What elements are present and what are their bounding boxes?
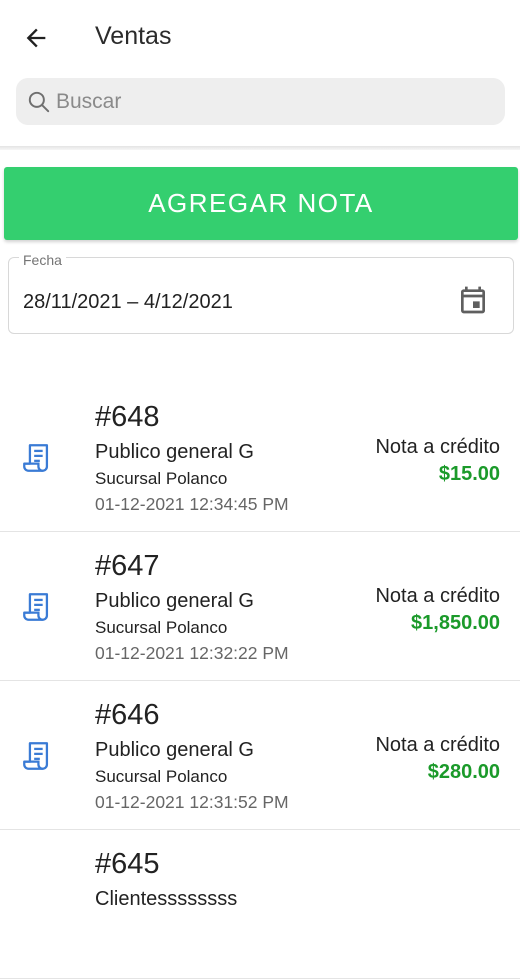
sale-branch: Sucursal Polanco: [95, 618, 228, 637]
sale-number: #647: [95, 550, 160, 582]
app-bar: Ventas: [0, 0, 520, 76]
receipt-icon: [23, 444, 49, 472]
sale-type: Nota a crédito: [375, 734, 500, 756]
receipt-icon: [23, 742, 49, 770]
date-range-value[interactable]: 28/11/2021 – 4/12/2021: [23, 291, 233, 314]
sale-branch: Sucursal Polanco: [95, 469, 228, 488]
sale-amount: $1,850.00: [411, 612, 500, 634]
sale-number: #648: [95, 401, 160, 433]
search-icon: [28, 91, 50, 113]
date-range-field[interactable]: Fecha 28/11/2021 – 4/12/2021: [8, 252, 514, 334]
sale-type: Nota a crédito: [375, 436, 500, 458]
list-item[interactable]: #645 Clientessssssss: [0, 830, 520, 979]
sale-amount: $280.00: [427, 761, 500, 783]
header-divider: [0, 146, 520, 150]
list-item[interactable]: #647 Publico general G Sucursal Polanco …: [0, 532, 520, 681]
sale-datetime: 01-12-2021 12:34:45 PM: [95, 494, 289, 514]
add-note-button[interactable]: AGREGAR NOTA: [4, 167, 518, 240]
date-range-label: Fecha: [19, 252, 66, 268]
sale-datetime: 01-12-2021 12:32:22 PM: [95, 643, 289, 663]
search-input[interactable]: [56, 78, 496, 125]
search-bar[interactable]: [16, 78, 505, 125]
sale-client: Publico general G: [95, 590, 254, 612]
page-title: Ventas: [95, 22, 172, 50]
sale-number: #646: [95, 699, 160, 731]
sale-client: Publico general G: [95, 739, 254, 761]
list-item[interactable]: #648 Publico general G Sucursal Polanco …: [0, 383, 520, 532]
list-item[interactable]: #646 Publico general G Sucursal Polanco …: [0, 681, 520, 830]
calendar-icon[interactable]: [457, 284, 489, 316]
sale-type: Nota a crédito: [375, 585, 500, 607]
back-button[interactable]: [18, 22, 54, 54]
sale-number: #645: [95, 848, 160, 880]
arrow-left-icon: [26, 28, 46, 48]
sale-client: Publico general G: [95, 441, 254, 463]
sale-datetime: 01-12-2021 12:31:52 PM: [95, 792, 289, 812]
receipt-icon: [23, 593, 49, 621]
sales-list: #648 Publico general G Sucursal Polanco …: [0, 383, 520, 979]
sale-branch: Sucursal Polanco: [95, 767, 228, 786]
sale-amount: $15.00: [438, 463, 500, 485]
